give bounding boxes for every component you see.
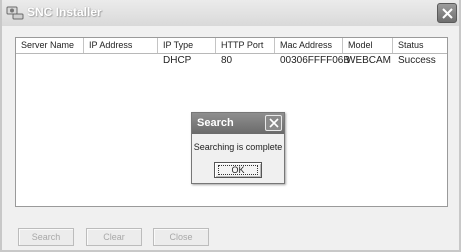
search-button[interactable]: Search (18, 228, 74, 246)
installer-icon (6, 5, 24, 21)
cell-model: WEBCAM (346, 55, 391, 66)
dialog-message: Searching is complete (193, 142, 283, 152)
snc-installer-window: SNC Installer Server Name IP Address IP … (0, 0, 461, 252)
close-icon (269, 118, 279, 128)
column-header-ip-type[interactable]: IP Type (158, 38, 216, 53)
dialog-title: Search (197, 117, 234, 129)
column-header-model[interactable]: Model (343, 38, 393, 53)
dialog-title-bar[interactable]: Search (192, 113, 284, 134)
cell-mac-address: 00306FFFF06B (280, 55, 351, 66)
cell-ip-type: DHCP (163, 55, 192, 66)
close-icon (442, 8, 453, 19)
cell-http-port: 80 (221, 55, 233, 66)
ok-button[interactable]: OK (214, 162, 262, 178)
close-button[interactable]: Close (153, 228, 209, 246)
column-header-ip-address[interactable]: IP Address (84, 38, 158, 53)
search-button-label: Search (31, 232, 61, 242)
window-close-button[interactable] (437, 3, 457, 23)
clear-button-label: Clear (103, 232, 125, 242)
close-button-label: Close (169, 232, 193, 242)
column-header-server-name[interactable]: Server Name (16, 38, 84, 53)
search-dialog: Search Searching is complete OK (191, 112, 285, 184)
column-header-mac-address[interactable]: Mac Address (275, 38, 343, 53)
window-title: SNC Installer (27, 5, 102, 19)
dialog-close-button[interactable] (265, 115, 282, 131)
column-header-http-port[interactable]: HTTP Port (216, 38, 275, 53)
list-header: Server Name IP Address IP Type HTTP Port… (16, 38, 447, 54)
clear-button[interactable]: Clear (86, 228, 142, 246)
column-header-status[interactable]: Status (393, 38, 449, 53)
title-bar[interactable]: SNC Installer (2, 0, 459, 26)
focus-rectangle (218, 165, 258, 175)
cell-status: Success (398, 55, 436, 66)
